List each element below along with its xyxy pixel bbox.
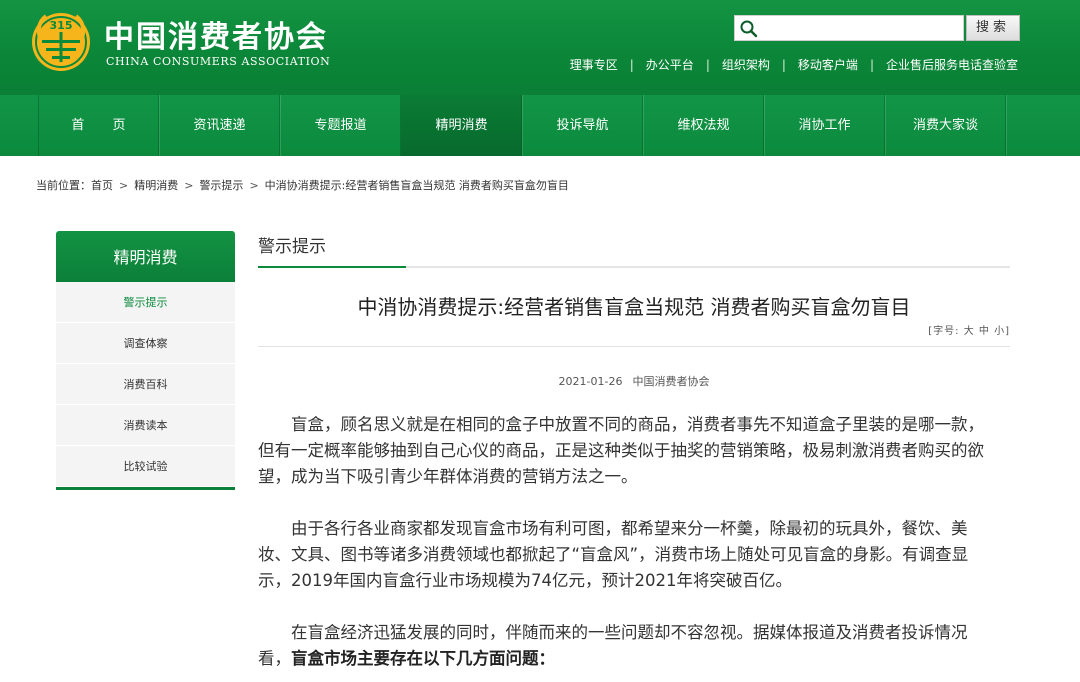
breadcrumb-smart-consumption[interactable]: 精明消费 [134,177,178,193]
nav-item-reports[interactable]: 专题报道 [280,95,401,156]
site-logo-chinese[interactable]: 中国消费者协会 [104,12,328,56]
top-link-separator: | [705,57,710,72]
cca-emblem-icon[interactable]: 315 [28,8,94,74]
article-source: 中国消费者协会 [632,375,710,388]
nav-item-consumer-forum[interactable]: 消费大家谈 [885,95,1006,156]
top-link-mobile[interactable]: 移动客户端 [798,56,858,73]
nav-item-association-work[interactable]: 消协工作 [764,95,885,156]
breadcrumb-warnings[interactable]: 警示提示 [199,177,243,193]
article-bold-text: 盲盒市场主要存在以下几方面问题： [291,649,555,668]
article-paragraph: 盲盒，顾名思义就是在相同的盒子中放置不同的商品，消费者事先不知道盒子里装的是哪一… [258,415,984,486]
title-divider [258,346,1010,347]
sidebar-list: 警示提示 调查体察 消费百科 消费读本 比较试验 [56,282,235,490]
site-header: 315 中国消费者协会 CHINA CONSUMERS ASSOCIATION … [0,0,1080,95]
nav-item-smart-consumption[interactable]: 精明消费 [401,95,522,156]
article-paragraph: 由于各行各业商家都发现盲盒市场有利可图，都希望来分一杯羹，除最初的玩具外，餐饮、… [258,519,969,590]
top-link-separator: | [629,57,634,72]
breadcrumb-current-article: 中消协消费提示:经营者销售盲盒当规范 消费者购买盲盒勿盲目 [264,179,569,192]
breadcrumb-separator: > [249,178,259,192]
article-meta: 2021-01-26 中国消费者协会 [258,373,1010,389]
nav-item-home[interactable]: 首 页 [38,95,159,156]
sidebar: 精明消费 警示提示 调查体察 消费百科 消费读本 比较试验 [56,231,235,490]
search-box [734,15,964,41]
svg-text:315: 315 [50,19,73,32]
main-nav: 首 页 资讯速递 专题报道 精明消费 投诉导航 维权法规 消协工作 消费大家谈 [0,95,1080,156]
breadcrumb-separator: > [119,178,129,192]
search-button[interactable]: 搜索 [966,15,1020,41]
article-title: 中消协消费提示:经营者销售盲盒当规范 消费者购买盲盒勿盲目 [357,295,911,319]
breadcrumb-prefix: 当前位置： [36,179,91,192]
breadcrumb: 当前位置： 首页 > 精明消费 > 警示提示 > 中消协消费提示:经营者销售盲盒… [36,177,569,193]
sidebar-item-warnings[interactable]: 警示提示 [56,282,235,323]
article-body: 盲盒，顾名思义就是在相同的盒子中放置不同的商品，消费者事先不知道盒子里装的是哪一… [258,412,996,682]
top-link-organization[interactable]: 组织架构 [722,56,770,73]
article-date: 2021-01-26 [558,375,623,388]
nav-item-complaint-guide[interactable]: 投诉导航 [522,95,643,156]
search-icon [740,20,758,38]
article-paragraph: 在盲盒经济迅猛发展的同时，伴随而来的一些问题却不容忽视。据媒体报道及消费者投诉情… [258,623,968,668]
font-size-control[interactable]: [字号: 大 中 小] [928,322,1010,337]
top-link-office[interactable]: 办公平台 [646,56,694,73]
top-link-council[interactable]: 理事专区 [570,56,618,73]
section-title: 警示提示 [258,237,326,257]
sidebar-item-encyclopedia[interactable]: 消费百科 [56,364,235,405]
sidebar-item-investigations[interactable]: 调查体察 [56,323,235,364]
top-link-service-phone[interactable]: 企业售后服务电话查验室 [886,56,1018,73]
search-input[interactable] [761,18,961,38]
top-link-separator: | [869,57,874,72]
site-logo-english[interactable]: CHINA CONSUMERS ASSOCIATION [106,55,330,68]
sidebar-title: 精明消费 [56,231,235,282]
sidebar-item-readers[interactable]: 消费读本 [56,405,235,446]
nav-item-rights-laws[interactable]: 维权法规 [643,95,764,156]
nav-item-news[interactable]: 资讯速递 [159,95,280,156]
top-links: 理事专区 | 办公平台 | 组织架构 | 移动客户端 | 企业售后服务电话查验室 [570,56,1018,73]
top-link-separator: | [781,57,786,72]
sidebar-item-comparison-tests[interactable]: 比较试验 [56,446,235,487]
breadcrumb-home[interactable]: 首页 [91,177,113,193]
section-divider [258,266,1010,268]
breadcrumb-separator: > [184,178,194,192]
